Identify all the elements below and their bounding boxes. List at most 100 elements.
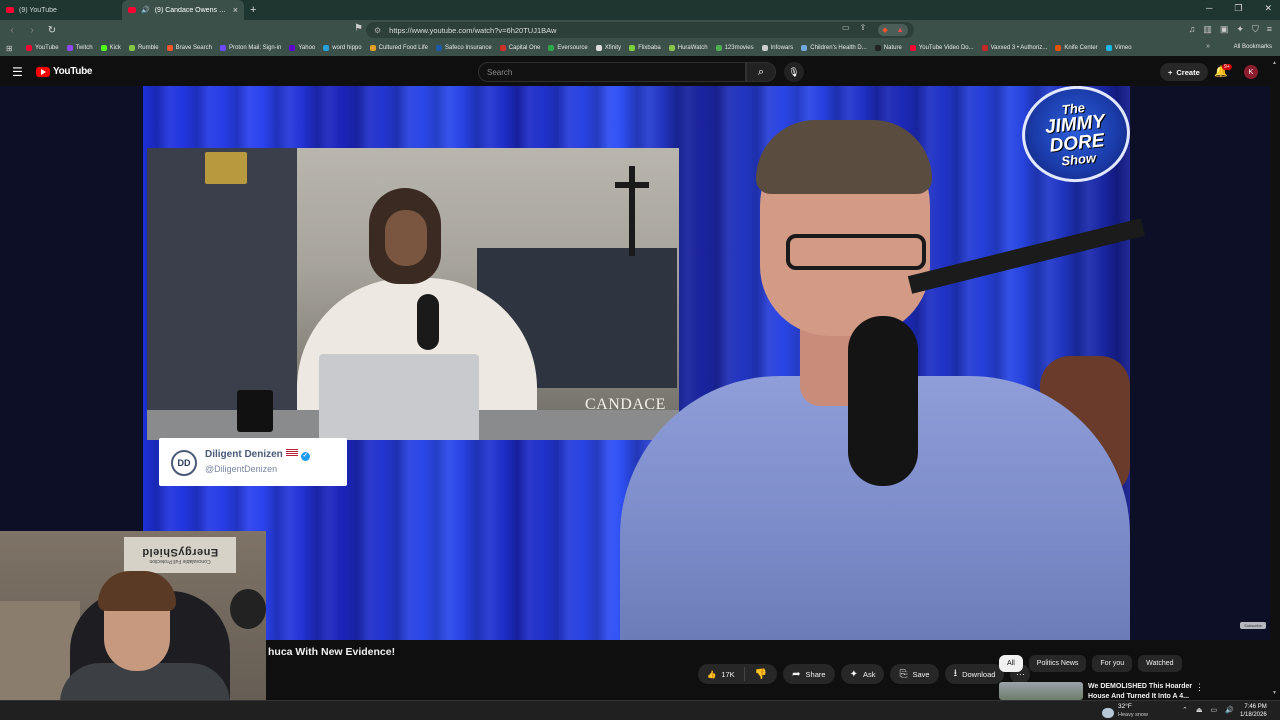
youtube-logo[interactable]: YouTube	[36, 66, 93, 77]
cast-icon[interactable]: ▭	[842, 23, 850, 32]
subscribe-watermark[interactable]: Subscribe	[1240, 622, 1266, 629]
back-icon[interactable]: ‹	[4, 25, 20, 36]
media-icon[interactable]: ♫	[1189, 24, 1196, 35]
close-window-icon[interactable]: ✕	[1264, 3, 1272, 14]
menu-icon[interactable]: ≡	[1267, 24, 1272, 35]
recommended-thumbnail[interactable]	[999, 682, 1083, 700]
ask-button[interactable]: ✦ Ask	[840, 664, 885, 684]
system-tray: ⌃ ⏏ ▭ 🔊	[1182, 706, 1234, 714]
search-input[interactable]	[478, 62, 746, 82]
chip-watched[interactable]: Watched	[1138, 655, 1182, 672]
bookmark-item[interactable]: Safeco Insurance	[432, 45, 496, 51]
site-info-icon[interactable]: ⚙	[374, 26, 381, 35]
brave-shields-rewards[interactable]: ◆ ▲	[878, 24, 908, 36]
extensions-icon[interactable]: ✦	[1236, 24, 1244, 35]
bookmark-item[interactable]: Nature	[871, 45, 906, 51]
all-bookmarks-button[interactable]: All Bookmarks	[1234, 44, 1272, 50]
notification-count-badge: 9+	[1222, 64, 1232, 70]
bookmark-icon: ⎘	[899, 668, 908, 680]
bookmark-item[interactable]: Capital One	[496, 45, 545, 51]
dislike-button[interactable]: 👎	[745, 669, 777, 680]
bookmark-item[interactable]: Vimeo	[1102, 45, 1136, 51]
more-vert-icon[interactable]: ⋮	[1195, 682, 1204, 693]
bookmarks-overflow-icon[interactable]: »	[1206, 43, 1210, 50]
bookmark-favicon-icon	[1105, 45, 1112, 51]
bookmark-item[interactable]: Cultured Food Life	[366, 45, 432, 51]
logo-line: Show	[1060, 150, 1097, 169]
sidebar-icon[interactable]: ▥	[1203, 24, 1212, 35]
account-avatar[interactable]: K	[1244, 65, 1258, 79]
bookmark-label: Eversource	[557, 45, 588, 51]
thumbs-up-icon: 👍	[707, 669, 717, 679]
tab-label: (9) YouTube	[19, 6, 57, 14]
close-tab-icon[interactable]: ×	[233, 5, 238, 15]
share-page-icon[interactable]: ⇪	[860, 23, 867, 32]
brave-shield-icon[interactable]: ◆	[882, 26, 887, 34]
bookmark-item[interactable]: Knife Center	[1051, 45, 1101, 51]
scroll-down-icon[interactable]: ▼	[1272, 690, 1277, 696]
vpn-icon[interactable]: ⛉	[1252, 24, 1259, 35]
chip-for-you[interactable]: For you	[1092, 655, 1133, 672]
bookmark-favicon-icon	[100, 45, 107, 51]
bookmark-item[interactable]: Eversource	[544, 45, 591, 51]
share-button[interactable]: ➦ Share	[783, 664, 835, 684]
bookmark-item[interactable]: word hippo	[319, 45, 365, 51]
bookmark-item[interactable]: Children's Health D...	[797, 45, 871, 51]
bookmark-item[interactable]: Infowars	[758, 45, 798, 51]
bookmark-item[interactable]: Vaxxed 3 • Authoriz...	[978, 45, 1052, 51]
apps-grid-icon[interactable]: ⊞	[6, 44, 22, 53]
bookmark-item[interactable]: Yahoo	[285, 45, 319, 51]
minimize-icon[interactable]: ─	[1206, 3, 1212, 14]
create-button[interactable]: + Create	[1160, 63, 1208, 81]
bookmark-item[interactable]: HuraWatch	[665, 45, 712, 51]
download-button[interactable]: ⭳ Download	[944, 664, 1005, 684]
guest-mug	[237, 390, 273, 432]
bookmark-item[interactable]: YouTube Video Do...	[906, 45, 978, 51]
tab-candace-video[interactable]: 🔊 (9) Candace Owens VINDICAT ×	[122, 0, 244, 20]
new-tab-button[interactable]: +	[250, 4, 256, 16]
wallet-icon[interactable]: ▣	[1220, 24, 1229, 35]
search-button[interactable]: ⌕	[746, 62, 776, 82]
hamburger-menu-icon[interactable]: ☰	[12, 65, 23, 79]
volume-icon[interactable]: 🔊	[1225, 706, 1234, 714]
address-bar[interactable]: ⚙ https://www.youtube.com/watch?v=6h20TU…	[366, 22, 914, 38]
scroll-up-icon[interactable]: ▲	[1272, 60, 1277, 66]
bookmark-page-icon[interactable]: ⚑	[354, 23, 363, 34]
restore-icon[interactable]: ❐	[1234, 3, 1242, 14]
recommended-title[interactable]: We DEMOLISHED This Hoarder House And Tur…	[1088, 682, 1200, 700]
bookmark-item[interactable]: Proton Mail: Sign-in	[216, 45, 285, 51]
page-scrollbar[interactable]: ▲ ▼	[1270, 56, 1280, 700]
like-button[interactable]: 👍 17K	[698, 667, 745, 681]
taskbar-clock[interactable]: 7:46 PM 1/18/2026	[1240, 703, 1267, 719]
bookmark-item[interactable]: Rumble	[125, 45, 163, 51]
bookmark-item[interactable]: Brave Search	[163, 45, 216, 51]
thumbs-down-icon: 👎	[754, 668, 768, 680]
guest-face	[385, 210, 427, 266]
voice-search-button[interactable]: 🎙	[784, 62, 804, 82]
save-button[interactable]: ⎘ Save	[890, 664, 939, 684]
tab-youtube[interactable]: (9) YouTube	[0, 0, 122, 20]
usb-icon[interactable]: ⏏	[1196, 706, 1203, 714]
bookmark-label: YouTube Video Do...	[918, 45, 974, 51]
audio-playing-icon[interactable]: 🔊	[141, 6, 150, 14]
forward-icon[interactable]: ›	[24, 25, 40, 36]
bookmark-item[interactable]: YouTube	[22, 45, 63, 51]
bookmark-favicon-icon	[761, 45, 768, 51]
youtube-header: ☰ YouTube ⌕ 🎙 + Create 🔔 9+ K	[0, 56, 1270, 88]
brave-rewards-icon[interactable]: ▲	[897, 27, 904, 34]
bookmark-label: word hippo	[332, 45, 362, 51]
chip-politics-news[interactable]: Politics News	[1028, 655, 1087, 672]
display-icon[interactable]: ▭	[1211, 706, 1218, 714]
bookmark-item[interactable]: Xfinity	[592, 45, 625, 51]
bookmark-item[interactable]: Twitch	[63, 45, 97, 51]
recommended-video[interactable]: We DEMOLISHED This Hoarder House And Tur…	[999, 680, 1209, 700]
weather-text: 32°F Heavy snow	[1118, 703, 1148, 719]
bookmark-item[interactable]: Flixbaba	[625, 45, 665, 51]
bookmark-item[interactable]: Kick	[97, 45, 125, 51]
bookmark-item[interactable]: 123movies	[712, 45, 758, 51]
chip-all[interactable]: All	[999, 655, 1023, 672]
streamer-webcam-overlay: Concealable Full Protection EnergyShield	[0, 531, 266, 720]
reload-icon[interactable]: ↻	[44, 25, 60, 36]
chevron-up-icon[interactable]: ⌃	[1182, 706, 1188, 714]
weather-widget[interactable]: 32°F Heavy snow	[1102, 703, 1148, 719]
